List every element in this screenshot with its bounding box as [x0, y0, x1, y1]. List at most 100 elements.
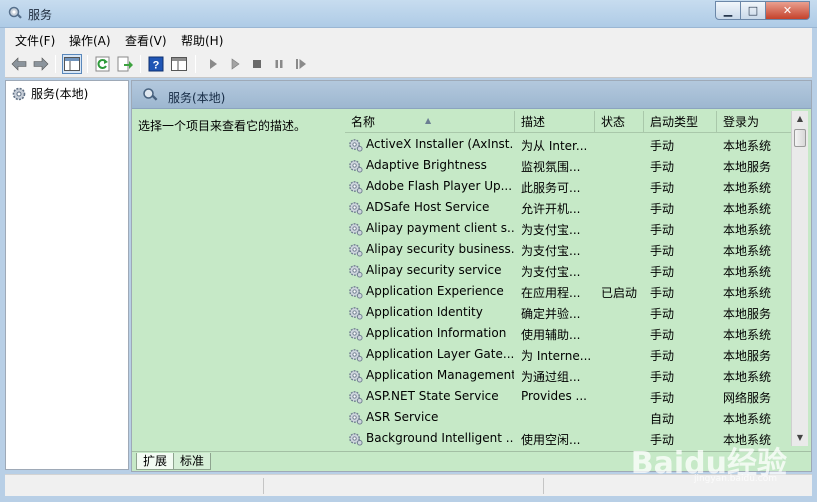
table-row[interactable]: Application Identity 确定并验... 手动 本地服务 [345, 302, 791, 323]
service-startup-type: 手动 [650, 349, 675, 363]
service-name: Alipay payment client s... [366, 221, 514, 235]
pause-service-button[interactable] [269, 54, 289, 74]
play-icon [210, 59, 217, 69]
menu-help[interactable]: 帮助(H) [181, 32, 223, 49]
status-separator [543, 478, 544, 494]
scroll-thumb[interactable] [794, 129, 806, 147]
service-gear-icon [349, 391, 363, 404]
service-startup-type: 手动 [650, 370, 675, 384]
pane-title: 服务(本地) [168, 91, 226, 105]
service-desc: 为支付宝... [521, 265, 581, 279]
service-name: Application Identity [366, 305, 483, 319]
show-hide-tree-button[interactable] [62, 54, 82, 74]
menu-bar: 文件(F) 操作(A) 查看(V) 帮助(H) [5, 28, 812, 50]
table-row[interactable]: Alipay security service 为支付宝... 手动 本地系统 [345, 260, 791, 281]
service-desc: 监视氛围... [521, 160, 581, 174]
table-row[interactable]: Application Experience 在应用程... 已启动 手动 本地系统 [345, 281, 791, 302]
service-log-on-as: 本地系统 [723, 139, 772, 153]
service-startup-type: 手动 [650, 307, 675, 321]
service-desc: 为支付宝... [521, 244, 581, 258]
search-services-icon [143, 88, 158, 101]
service-gear-icon [349, 244, 363, 257]
status-separator [263, 478, 264, 494]
back-arrow-icon [11, 57, 27, 71]
service-desc: 使用辅助... [521, 328, 581, 342]
export-list-button[interactable] [115, 54, 135, 74]
service-gear-icon [349, 433, 363, 446]
help-icon: ? [148, 56, 164, 72]
menu-file[interactable]: 文件(F) [15, 32, 55, 49]
service-gear-icon [349, 349, 363, 362]
column-log-on-as[interactable]: 登录为 [717, 111, 791, 133]
service-name: Alipay security business... [366, 242, 514, 256]
service-startup-type: 手动 [650, 328, 675, 342]
close-button[interactable]: ✕ [766, 1, 810, 20]
tree-item-label: 服务(本地) [31, 87, 89, 101]
table-row[interactable]: ASP.NET State Service Provides ... 手动 网络服务 [345, 386, 791, 407]
table-row[interactable]: Application Management 为通过组... 手动 本地系统 [345, 365, 791, 386]
column-startup-type[interactable]: 启动类型 [644, 111, 717, 133]
service-log-on-as: 本地系统 [723, 370, 772, 384]
pause-icon [275, 60, 283, 68]
service-log-on-as: 本地系统 [723, 265, 772, 279]
refresh-button[interactable] [93, 54, 113, 74]
service-name: Application Management [366, 368, 514, 382]
minimize-button[interactable]: ▁ [715, 1, 741, 20]
service-name: Adobe Flash Player Up... [366, 179, 513, 193]
service-status: 已启动 [601, 286, 638, 300]
table-row[interactable]: Alipay security business... 为支付宝... 手动 本地系统 [345, 239, 791, 260]
service-log-on-as: 本地系统 [723, 286, 772, 300]
service-gear-icon [349, 139, 363, 152]
table-row[interactable]: ASR Service 自动 本地系统 [345, 407, 791, 428]
window-title: 服务 [28, 8, 53, 22]
menu-action[interactable]: 操作(A) [69, 32, 111, 49]
start-service-button[interactable] [203, 54, 223, 74]
service-name: Application Experience [366, 284, 504, 298]
properties-button[interactable] [169, 54, 189, 74]
window-controls: ▁ □ ✕ [715, 1, 810, 20]
restart-service-button[interactable] [291, 54, 311, 74]
stop-service-button[interactable] [247, 54, 267, 74]
table-row[interactable]: Alipay payment client s... 为支付宝... 手动 本地系统 [345, 218, 791, 239]
column-status[interactable]: 状态 [595, 111, 644, 133]
service-log-on-as: 本地服务 [723, 307, 772, 321]
column-name[interactable]: 名称 ▲ [345, 111, 515, 133]
table-row[interactable]: Application Information 使用辅助... 手动 本地系统 [345, 323, 791, 344]
svg-text:?: ? [153, 60, 160, 72]
tree-item-services-local[interactable]: 服务(本地) [11, 85, 88, 102]
vertical-scrollbar[interactable]: ▲ ▼ [791, 111, 808, 446]
table-row[interactable]: ActiveX Installer (AxInst... 为从 Inter... 手… [345, 134, 791, 155]
service-desc: 为支付宝... [521, 223, 581, 237]
service-desc: 此服务可... [521, 181, 581, 195]
service-desc: 为 Interne... [521, 349, 592, 363]
tab-extended[interactable]: 扩展 [136, 453, 175, 470]
service-description: 选择一个项目来查看它的描述。 [138, 119, 307, 133]
service-name: ASP.NET State Service [366, 389, 499, 403]
tab-standard[interactable]: 标准 [173, 453, 212, 470]
start-service-alt-button[interactable] [225, 54, 245, 74]
table-row[interactable]: ADSafe Host Service 允许开机... 手动 本地系统 [345, 197, 791, 218]
toolbar-separator [55, 55, 56, 73]
back-button[interactable] [9, 54, 29, 74]
table-row[interactable]: Application Layer Gate... 为 Interne... 手动 本… [345, 344, 791, 365]
service-startup-type: 手动 [650, 181, 675, 195]
table-row[interactable]: Adobe Flash Player Up... 此服务可... 手动 本地系统 [345, 176, 791, 197]
service-log-on-as: 本地系统 [723, 181, 772, 195]
forward-button[interactable] [31, 54, 51, 74]
menu-view[interactable]: 查看(V) [125, 32, 167, 49]
service-startup-type: 手动 [650, 202, 675, 216]
column-header: 名称 ▲ 描述 状态 启动类型 登录为 [345, 111, 791, 133]
service-rows: ActiveX Installer (AxInst... 为从 Inter... 手… [345, 134, 791, 449]
service-desc: 在应用程... [521, 286, 581, 300]
column-description[interactable]: 描述 [515, 111, 595, 133]
close-icon: ✕ [782, 4, 793, 17]
restart-icon [296, 59, 306, 69]
scroll-down-icon[interactable]: ▼ [792, 430, 808, 446]
table-row[interactable]: Adaptive Brightness 监视氛围... 手动 本地服务 [345, 155, 791, 176]
maximize-button[interactable]: □ [741, 1, 766, 20]
scroll-up-icon[interactable]: ▲ [792, 111, 808, 127]
service-gear-icon [349, 181, 363, 194]
services-list: 名称 ▲ 描述 状态 启动类型 登录为 ActiveX Installer (A… [345, 111, 809, 449]
help-button[interactable]: ? [146, 54, 166, 74]
minimize-icon: ▁ [723, 4, 733, 17]
